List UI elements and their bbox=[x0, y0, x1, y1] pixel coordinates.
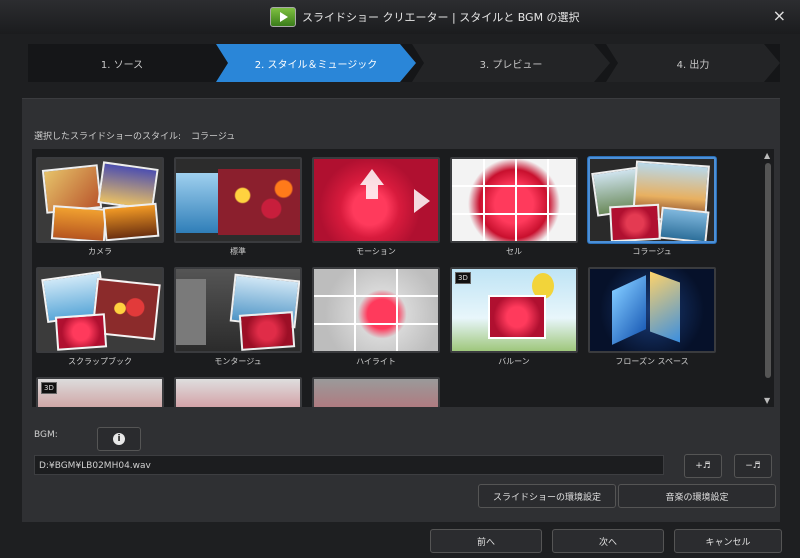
montage-style-thumbnail bbox=[174, 267, 302, 353]
3d-badge: 3D bbox=[455, 272, 471, 284]
style-item-cell[interactable]: セル bbox=[450, 157, 578, 257]
3d-badge: 3D bbox=[41, 382, 57, 394]
style-caption: カメラ bbox=[88, 247, 112, 256]
style-caption: スクラップブック bbox=[68, 357, 132, 366]
style-thumbnail-12 bbox=[174, 377, 302, 407]
wizard-steps: 1. ソース 2. スタイル＆ミュージック 3. プレビュー 4. 出力 bbox=[28, 44, 780, 82]
style-item-12[interactable] bbox=[174, 377, 302, 407]
style-caption: コラージュ bbox=[632, 247, 672, 256]
cancel-button[interactable]: キャンセル bbox=[674, 529, 782, 553]
style-caption: 標準 bbox=[230, 247, 246, 256]
style-item-collage[interactable]: コラージュ bbox=[588, 157, 716, 257]
selected-style-value: コラージュ bbox=[191, 132, 236, 142]
scroll-up-icon[interactable]: ▲ bbox=[764, 151, 770, 160]
style-item-13[interactable] bbox=[312, 377, 440, 407]
highlight-style-thumbnail bbox=[312, 267, 440, 353]
style-gallery: カメラ 標準 モーション セル コラージュ スクラップブック モンタージュ ハイ… bbox=[32, 149, 774, 407]
music-settings-button[interactable]: 音楽の環境設定 bbox=[618, 484, 776, 508]
window-title: スライドショー クリエーター | スタイルと BGM の選択 bbox=[302, 11, 580, 24]
style-item-montage[interactable]: モンタージュ bbox=[174, 267, 302, 367]
info-icon: i bbox=[113, 433, 125, 445]
collage-style-thumbnail bbox=[588, 157, 716, 243]
next-button[interactable]: 次へ bbox=[552, 529, 664, 553]
motion-style-thumbnail bbox=[312, 157, 440, 243]
style-item-highlight[interactable]: ハイライト bbox=[312, 267, 440, 367]
gallery-scrollbar[interactable]: ▲ ▼ bbox=[762, 149, 774, 407]
style-caption: ハイライト bbox=[356, 357, 396, 366]
bgm-label: BGM: bbox=[34, 430, 58, 440]
style-caption: バルーン bbox=[498, 357, 530, 366]
selected-style-label: 選択したスライドショーのスタイル: コラージュ bbox=[34, 129, 235, 142]
style-thumbnail-11: 3D bbox=[36, 377, 164, 407]
style-caption: フローズン スペース bbox=[615, 357, 689, 366]
frozen-space-style-thumbnail bbox=[588, 267, 716, 353]
scrapbook-style-thumbnail bbox=[36, 267, 164, 353]
camera-style-thumbnail bbox=[36, 157, 164, 243]
step-preview[interactable]: 3. プレビュー bbox=[412, 44, 610, 82]
step-source[interactable]: 1. ソース bbox=[28, 44, 216, 82]
bgm-info-button[interactable]: i bbox=[97, 427, 141, 451]
back-button[interactable]: 前へ bbox=[430, 529, 542, 553]
scroll-thumb[interactable] bbox=[765, 163, 771, 378]
remove-music-button[interactable]: −♬ bbox=[734, 454, 772, 478]
style-caption: モンタージュ bbox=[214, 357, 262, 366]
main-panel: 選択したスライドショーのスタイル: コラージュ カメラ 標準 モーション セル … bbox=[22, 98, 780, 522]
style-item-frozen-space[interactable]: フローズン スペース bbox=[588, 267, 716, 367]
bgm-file-path[interactable]: D:¥BGM¥LB02MH04.wav bbox=[34, 455, 664, 475]
style-item-motion[interactable]: モーション bbox=[312, 157, 440, 257]
standard-style-thumbnail bbox=[174, 157, 302, 243]
style-thumbnail-13 bbox=[312, 377, 440, 407]
style-item-balloon[interactable]: 3D バルーン bbox=[450, 267, 578, 367]
style-item-scrapbook[interactable]: スクラップブック bbox=[36, 267, 164, 367]
step-output[interactable]: 4. 出力 bbox=[606, 44, 780, 82]
style-item-camera[interactable]: カメラ bbox=[36, 157, 164, 257]
slideshow-settings-button[interactable]: スライドショーの環境設定 bbox=[478, 484, 616, 508]
add-music-button[interactable]: +♬ bbox=[684, 454, 722, 478]
style-item-standard[interactable]: 標準 bbox=[174, 157, 302, 257]
scroll-down-icon[interactable]: ▼ bbox=[764, 396, 770, 405]
app-icon bbox=[270, 7, 296, 27]
title-wrap: スライドショー クリエーター | スタイルと BGM の選択 bbox=[270, 6, 580, 28]
style-caption: セル bbox=[506, 247, 522, 256]
style-caption: モーション bbox=[356, 247, 396, 256]
cell-style-thumbnail bbox=[450, 157, 578, 243]
title-bar: スライドショー クリエーター | スタイルと BGM の選択 × bbox=[0, 0, 800, 34]
balloon-style-thumbnail: 3D bbox=[450, 267, 578, 353]
close-button[interactable]: × bbox=[773, 6, 786, 25]
step-style-music[interactable]: 2. スタイル＆ミュージック bbox=[216, 44, 416, 82]
style-item-11[interactable]: 3D bbox=[36, 377, 164, 407]
selected-style-caption: 選択したスライドショーのスタイル: bbox=[34, 132, 182, 142]
